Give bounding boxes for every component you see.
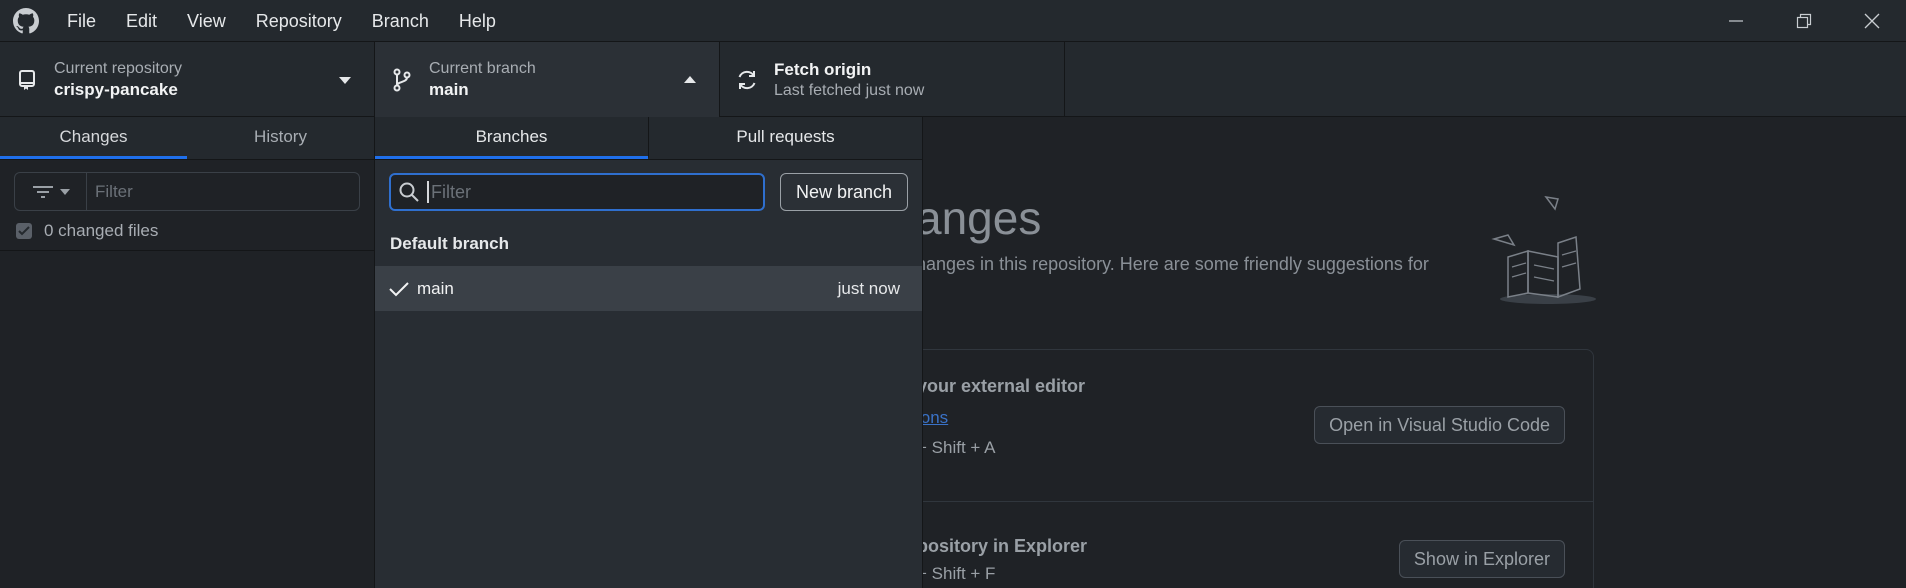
open-editor-suggestion: your external editor ions + Shift + A Op… xyxy=(917,350,1593,502)
no-changes-description: hanges in this repository. Here are some… xyxy=(916,254,1429,274)
branch-list-item[interactable]: main just now xyxy=(375,266,922,311)
menu-file[interactable]: File xyxy=(52,0,111,42)
show-in-explorer-button[interactable]: Show in Explorer xyxy=(1398,540,1565,578)
changes-filter-input[interactable]: Filter xyxy=(87,173,359,210)
show-explorer-shortcut: + Shift + F xyxy=(917,564,996,583)
branch-name: main xyxy=(417,278,454,298)
tab-changes[interactable]: Changes xyxy=(0,117,187,159)
current-repository-label: Current repository xyxy=(54,59,183,77)
toolbar: Current repository crispy-pancake Curren… xyxy=(0,42,1906,117)
current-repository-value: crispy-pancake xyxy=(54,79,178,99)
current-branch-value: main xyxy=(429,79,469,99)
current-branch-label: Current branch xyxy=(429,59,536,77)
fetch-origin-button[interactable]: Fetch origin Last fetched just now xyxy=(720,42,1065,117)
window-controls xyxy=(1702,0,1906,42)
filter-options-button[interactable] xyxy=(15,173,87,210)
search-icon xyxy=(391,182,427,202)
menu-help[interactable]: Help xyxy=(444,0,511,42)
fetch-origin-label: Fetch origin xyxy=(774,59,872,79)
restore-button[interactable] xyxy=(1770,0,1838,42)
last-fetched-text: Last fetched just now xyxy=(774,81,925,99)
changes-filter: Filter xyxy=(14,172,360,211)
menu-view[interactable]: View xyxy=(172,0,241,42)
default-branch-label: Default branch xyxy=(390,234,510,253)
sidebar-tabs: Changes History xyxy=(0,117,374,160)
menu-repository[interactable]: Repository xyxy=(241,0,357,42)
restore-icon xyxy=(1796,13,1812,29)
paper-stack-illustration-icon xyxy=(1488,187,1598,307)
no-changes-heading: anges xyxy=(916,192,1042,244)
close-button[interactable] xyxy=(1838,0,1906,42)
branch-dropdown: Branches Pull requests Filter New branch… xyxy=(375,117,923,588)
git-branch-icon xyxy=(375,68,429,92)
menu-bar: File Edit View Repository Branch Help xyxy=(52,0,511,42)
sync-icon xyxy=(720,68,774,92)
suggestions-card: your external editor ions + Shift + A Op… xyxy=(916,349,1594,588)
current-repository-button[interactable]: Current repository crispy-pancake xyxy=(0,42,375,117)
branch-dropdown-tabs: Branches Pull requests xyxy=(375,117,922,160)
select-all-checkbox[interactable] xyxy=(16,222,32,239)
show-explorer-title: pository in Explorer xyxy=(917,536,1088,556)
minimize-icon xyxy=(1729,20,1743,22)
caret-up-icon xyxy=(683,72,697,90)
changed-files-count: 0 changed files xyxy=(44,220,159,240)
title-bar: File Edit View Repository Branch Help xyxy=(0,0,1906,42)
new-branch-button[interactable]: New branch xyxy=(780,173,908,211)
branch-filter-placeholder: Filter xyxy=(427,181,471,203)
current-branch-button[interactable]: Current branch main xyxy=(375,42,720,117)
menu-edit[interactable]: Edit xyxy=(111,0,172,42)
changes-sidebar: Changes History Filter 0 changed files xyxy=(0,117,375,588)
chevron-down-icon xyxy=(59,188,70,195)
tab-branches[interactable]: Branches xyxy=(375,117,648,159)
check-icon xyxy=(389,281,417,297)
open-editor-title: your external editor xyxy=(917,376,1086,396)
close-icon xyxy=(1864,13,1880,29)
open-editor-shortcut: + Shift + A xyxy=(917,438,996,457)
github-logo-icon xyxy=(0,0,52,42)
branch-updated-time: just now xyxy=(837,278,900,298)
show-explorer-suggestion: pository in Explorer + Shift + F Show in… xyxy=(917,502,1593,588)
filter-icon xyxy=(32,185,53,198)
tab-pull-requests[interactable]: Pull requests xyxy=(648,117,922,159)
minimize-button[interactable] xyxy=(1702,0,1770,42)
checkmark-icon xyxy=(18,225,30,235)
caret-down-icon xyxy=(338,72,352,90)
tab-history[interactable]: History xyxy=(187,117,374,159)
repo-icon xyxy=(0,69,54,91)
changed-files-header: 0 changed files xyxy=(0,211,374,251)
open-in-vscode-button[interactable]: Open in Visual Studio Code xyxy=(1314,406,1565,444)
branch-filter-input[interactable]: Filter xyxy=(389,173,765,211)
menu-branch[interactable]: Branch xyxy=(357,0,444,42)
